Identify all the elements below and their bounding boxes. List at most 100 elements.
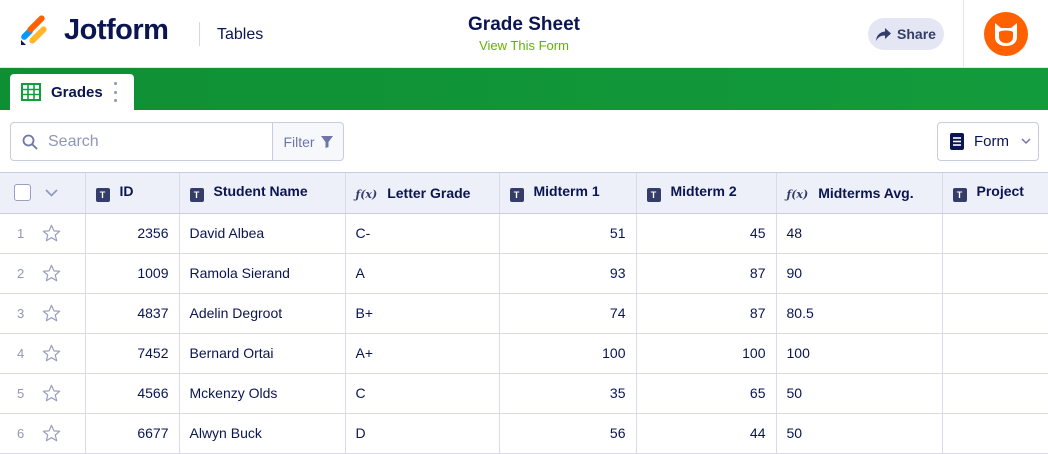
brand-name[interactable]: Jotform	[64, 14, 169, 47]
search-icon	[22, 134, 38, 149]
filter-button[interactable]: Filter	[272, 122, 344, 161]
cell-project[interactable]: 69	[942, 293, 1048, 334]
cell-project[interactable]: 55	[942, 373, 1048, 414]
column-header-student-name[interactable]: T Student Name	[179, 173, 346, 214]
text-field-icon: T	[646, 188, 661, 203]
cell-project[interactable]: 50	[942, 413, 1048, 454]
row-number-cell: 6	[0, 413, 86, 454]
star-icon[interactable]	[42, 384, 61, 403]
cell-student-name[interactable]: Mckenzy Olds	[179, 373, 346, 414]
cell-project[interactable]: 100	[942, 333, 1048, 374]
star-icon[interactable]	[42, 344, 61, 363]
tab-more-icon[interactable]	[112, 82, 118, 102]
cell-midterms-avg[interactable]: 90	[776, 253, 943, 294]
cell-letter-grade[interactable]: A	[345, 253, 500, 294]
star-icon[interactable]	[42, 224, 61, 243]
cell-letter-grade[interactable]: B+	[345, 293, 500, 334]
column-header-midterms-avg[interactable]: ƒ(x) Midterms Avg.	[776, 173, 943, 214]
cell-midterms-avg[interactable]: 100	[776, 333, 943, 374]
cell-letter-grade[interactable]: C-	[345, 213, 500, 254]
cell-midterm-1[interactable]: 93	[499, 253, 637, 294]
column-header-project[interactable]: T Project	[942, 173, 1048, 214]
cell-midterm-1[interactable]: 56	[499, 413, 637, 454]
cell-midterm-2[interactable]: 44	[636, 413, 777, 454]
row-number-cell: 2	[0, 253, 86, 294]
table-row[interactable]: 1 2356 David Albea C- 51 45 48 79	[0, 213, 1048, 254]
cell-id[interactable]: 1009	[85, 253, 180, 294]
cell-id[interactable]: 6677	[85, 413, 180, 454]
star-icon[interactable]	[42, 424, 61, 443]
cell-id[interactable]: 2356	[85, 213, 180, 254]
column-header-letter-grade[interactable]: ƒ(x) Letter Grade	[345, 173, 500, 214]
top-header: Jotform Tables Grade Sheet View This For…	[0, 0, 1048, 68]
select-all-checkbox[interactable]	[14, 184, 31, 202]
cell-letter-grade[interactable]: A+	[345, 333, 500, 374]
cell-midterm-1[interactable]: 51	[499, 213, 637, 254]
cell-midterms-avg[interactable]: 50	[776, 373, 943, 414]
text-field-icon: T	[189, 188, 204, 203]
text-field-icon: T	[509, 188, 524, 203]
cell-student-name[interactable]: Alwyn Buck	[179, 413, 346, 454]
cell-midterms-avg[interactable]: 48	[776, 213, 943, 254]
table-row[interactable]: 5 4566 Mckenzy Olds C 35 65 50 55	[0, 373, 1048, 414]
title-block: Grade Sheet View This Form	[424, 14, 624, 53]
search-box[interactable]	[10, 122, 273, 161]
column-header-midterm-2[interactable]: T Midterm 2	[636, 173, 777, 214]
row-number-cell: 4	[0, 333, 86, 374]
table-header-row: T ID T Student Name ƒ(x) Letter Grade T Midt…	[0, 173, 1048, 214]
cell-id[interactable]: 4837	[85, 293, 180, 334]
star-icon[interactable]	[42, 264, 61, 283]
row-number: 2	[17, 265, 25, 281]
cell-id[interactable]: 4566	[85, 373, 180, 414]
share-arrow-icon	[876, 27, 892, 41]
cell-project[interactable]: 90	[942, 253, 1048, 294]
cell-letter-grade[interactable]: D	[345, 413, 500, 454]
cell-midterm-2[interactable]: 87	[636, 293, 777, 334]
cell-midterm-2[interactable]: 100	[636, 333, 777, 374]
text-field-icon: T	[952, 188, 967, 203]
sheet-tab-bar: Grades	[0, 68, 1048, 110]
view-form-link[interactable]: View This Form	[424, 38, 624, 53]
cell-midterm-1[interactable]: 35	[499, 373, 637, 414]
chevron-down-icon[interactable]	[45, 189, 58, 197]
product-name[interactable]: Tables	[217, 26, 263, 44]
star-icon[interactable]	[42, 304, 61, 323]
cell-midterm-1[interactable]: 100	[499, 333, 637, 374]
cell-letter-grade[interactable]: C	[345, 373, 500, 414]
jotform-logo-icon[interactable]	[18, 14, 52, 50]
tab-grades[interactable]: Grades	[10, 74, 134, 110]
form-document-icon	[950, 133, 964, 150]
table-row[interactable]: 6 6677 Alwyn Buck D 56 44 50 50	[0, 413, 1048, 454]
cell-student-name[interactable]: Bernard Ortai	[179, 333, 346, 374]
text-field-icon: T	[95, 188, 110, 203]
formula-icon: ƒ(x)	[786, 187, 809, 201]
table-row[interactable]: 4 7452 Bernard Ortai A+ 100 100 100 100	[0, 333, 1048, 374]
row-number-cell: 5	[0, 373, 86, 414]
cell-midterm-2[interactable]: 87	[636, 253, 777, 294]
cell-midterm-2[interactable]: 45	[636, 213, 777, 254]
cell-midterm-2[interactable]: 65	[636, 373, 777, 414]
form-dropdown-button[interactable]: Form	[937, 122, 1039, 161]
share-button[interactable]: Share	[868, 18, 944, 50]
cell-student-name[interactable]: Ramola Sierand	[179, 253, 346, 294]
search-input[interactable]	[48, 132, 248, 151]
form-label: Form	[974, 133, 1009, 150]
column-header-midterm-1[interactable]: T Midterm 1	[499, 173, 637, 214]
page-title[interactable]: Grade Sheet	[424, 14, 624, 36]
cell-student-name[interactable]: David Albea	[179, 213, 346, 254]
row-number-cell: 3	[0, 293, 86, 334]
cell-midterms-avg[interactable]: 50	[776, 413, 943, 454]
row-number-cell: 1	[0, 213, 86, 254]
table-row[interactable]: 3 4837 Adelin Degroot B+ 74 87 80.5 69	[0, 293, 1048, 334]
user-avatar[interactable]	[984, 12, 1028, 56]
cell-student-name[interactable]: Adelin Degroot	[179, 293, 346, 334]
row-number: 3	[17, 305, 25, 321]
avatar-divider	[963, 0, 964, 68]
cell-midterm-1[interactable]: 74	[499, 293, 637, 334]
cell-project[interactable]: 79	[942, 213, 1048, 254]
cell-id[interactable]: 7452	[85, 333, 180, 374]
filter-funnel-icon	[320, 135, 333, 148]
cell-midterms-avg[interactable]: 80.5	[776, 293, 943, 334]
table-row[interactable]: 2 1009 Ramola Sierand A 93 87 90 90	[0, 253, 1048, 294]
column-header-id[interactable]: T ID	[85, 173, 180, 214]
